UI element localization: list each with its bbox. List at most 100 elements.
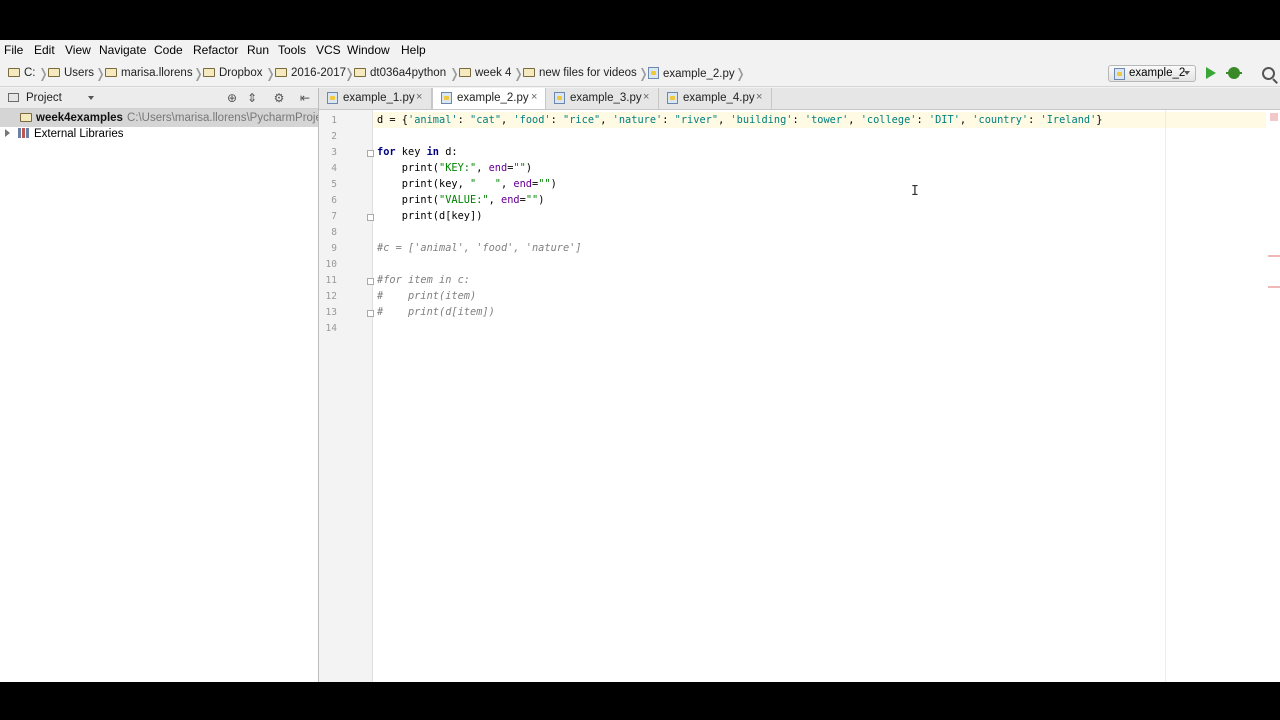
line-number: 5 [331,179,337,190]
close-icon[interactable]: × [531,91,537,103]
line-number: 14 [325,323,337,334]
breadcrumb-course[interactable]: dt036a4python [354,67,446,81]
project-tree: week4examples C:\Users\marisa.llorens\Pyc… [0,109,318,682]
python-file-icon [648,67,659,79]
fold-marker-icon[interactable] [367,310,374,317]
error-stripe-mark[interactable] [1268,286,1280,288]
line-number: 7 [331,211,337,222]
close-icon[interactable]: × [756,91,762,103]
menu-edit[interactable]: Edit [34,43,55,57]
folder-icon [48,68,60,77]
chevron-right-icon: ❭ [193,66,204,81]
breadcrumb-file[interactable]: example_2.py [648,67,735,81]
menu-tools[interactable]: Tools [278,43,306,57]
menu-code[interactable]: Code [154,43,183,57]
breadcrumb-drive[interactable]: C: [8,67,36,81]
menu-navigate[interactable]: Navigate [99,43,146,57]
chevron-right-icon: ❭ [344,66,355,81]
code-line-13: # print(d[item]) [377,306,495,318]
menu-run[interactable]: Run [247,43,269,57]
fold-marker-icon[interactable] [367,214,374,221]
folder-icon [459,68,471,77]
project-panel-title[interactable]: Project [26,92,62,104]
tab-example-2[interactable]: example_2.py × [432,88,546,109]
close-icon[interactable]: × [416,91,422,103]
line-number: 12 [325,291,337,302]
menu-refactor[interactable]: Refactor [193,43,238,57]
code-line-7: print(d[key]) [377,210,483,222]
line-number: 13 [325,307,337,318]
folder-icon [275,68,287,77]
tab-example-4[interactable]: example_4.py × [659,88,772,109]
code-line-3: for key in d: [377,146,458,158]
folder-icon [8,68,20,77]
chevron-down-icon [1184,71,1190,75]
chevron-right-icon: ❭ [95,66,106,81]
python-file-icon [667,92,678,104]
inspection-status-icon[interactable] [1270,113,1278,121]
python-file-icon [441,92,452,104]
hide-panel-icon[interactable]: ⇤ [298,91,312,105]
chevron-right-icon: ❭ [638,66,649,81]
python-file-icon [327,92,338,104]
code-line-11: #for item in c: [377,274,470,286]
python-file-icon [1114,68,1125,80]
code-line-12: # print(item) [377,290,477,302]
breadcrumb-week[interactable]: week 4 [459,67,511,81]
navigation-bar: C: ❭ Users ❭ marisa.llorens ❭ Dropbox ❭ … [0,62,1280,87]
error-stripe-mark[interactable] [1268,255,1280,257]
menu-vcs[interactable]: VCS [316,43,341,57]
line-number: 1 [331,115,337,126]
collapse-all-icon[interactable]: ⇕ [245,91,259,105]
expand-arrow-icon[interactable] [5,129,10,137]
tree-item-project-root[interactable]: week4examples C:\Users\marisa.llorens\Pyc… [0,109,318,127]
line-number: 9 [331,243,337,254]
close-icon[interactable]: × [643,91,649,103]
run-configuration-select[interactable]: example_2 [1108,65,1196,82]
search-icon[interactable] [1262,67,1275,80]
scroll-from-source-icon[interactable]: ⊕ [225,91,239,105]
pycharm-window: File Edit View Navigate Code Refactor Ru… [0,40,1280,682]
menu-help[interactable]: Help [401,43,426,57]
line-number: 2 [331,131,337,142]
chevron-right-icon: ❭ [38,66,49,81]
python-file-icon [554,92,565,104]
menu-view[interactable]: View [65,43,91,57]
breadcrumb-new-files[interactable]: new files for videos [523,67,637,81]
folder-icon [105,68,117,77]
line-number: 6 [331,195,337,206]
menu-window[interactable]: Window [347,43,390,57]
chevron-down-icon[interactable] [88,96,94,100]
code-line-4: print("KEY:", end="") [377,162,533,174]
fold-marker-icon[interactable] [367,278,374,285]
code-line-5: print(key, " ", end="") [377,178,557,190]
debug-bug-icon[interactable] [1226,67,1242,79]
breadcrumb-users[interactable]: Users [48,67,94,81]
tab-example-3[interactable]: example_3.py × [546,88,659,109]
chevron-right-icon: ❭ [513,66,524,81]
folder-icon [523,68,535,77]
line-number: 4 [331,163,337,174]
breadcrumb-dropbox[interactable]: Dropbox [203,67,262,81]
chevron-right-icon: ❭ [735,66,746,81]
chevron-right-icon: ❭ [449,66,460,81]
breadcrumb-year[interactable]: 2016-2017 [275,67,346,81]
tab-example-1[interactable]: example_1.py × [319,88,432,109]
breadcrumb-user-folder[interactable]: marisa.llorens [105,67,193,81]
line-number: 8 [331,227,337,238]
line-number: 10 [325,259,337,270]
run-icon[interactable] [1206,67,1216,79]
tree-item-external-libraries[interactable]: External Libraries [0,128,318,146]
menu-bar: File Edit View Navigate Code Refactor Ru… [0,40,1280,60]
code-line-1: d = {'animal': "cat", 'food': "rice", 'n… [377,114,1103,126]
gear-icon[interactable]: ⚙ [272,91,286,105]
library-icon [18,128,29,138]
line-number: 11 [325,275,337,286]
code-line-9: #c = ['animal', 'food', 'nature'] [377,242,582,254]
folder-icon [354,68,366,77]
fold-marker-icon[interactable] [367,150,374,157]
menu-file[interactable]: File [4,43,23,57]
folder-icon [203,68,215,77]
line-number: 3 [331,147,337,158]
project-icon [8,93,19,102]
